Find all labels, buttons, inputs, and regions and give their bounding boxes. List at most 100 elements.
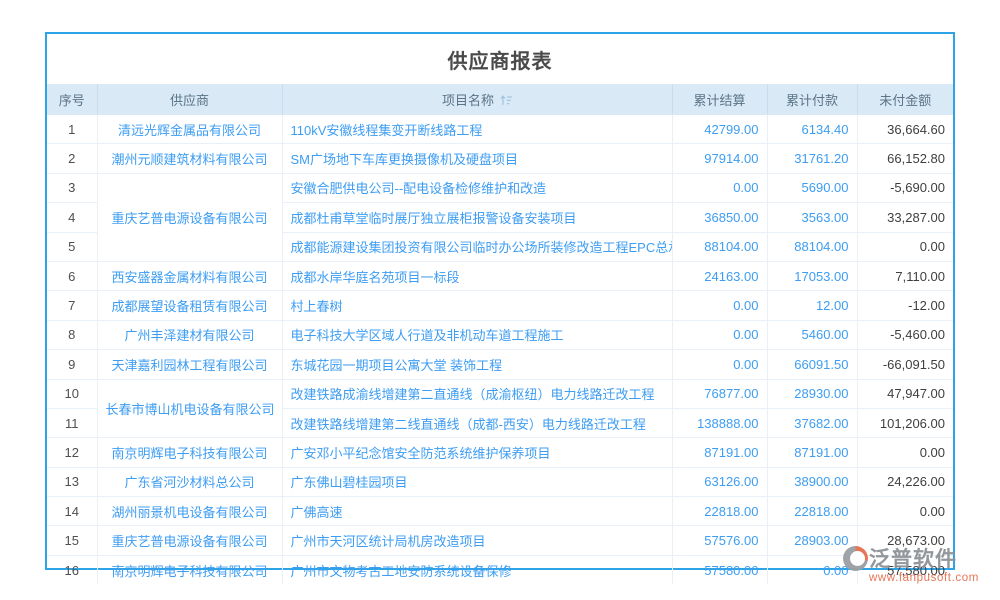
supplier-report-panel: 供应商报表 序号供应商项目名称累计结算累计付款未付金额 1清远光辉金属品有限公司… <box>45 32 955 570</box>
cell-paid-amount[interactable]: 12.00 <box>767 291 857 320</box>
cell-paid-amount[interactable]: 22818.00 <box>767 497 857 526</box>
cell-supplier[interactable]: 重庆艺普电源设备有限公司 <box>97 173 282 261</box>
cell-settled-amount[interactable]: 63126.00 <box>672 467 767 496</box>
cell-row-index: 11 <box>47 408 97 437</box>
cell-settled-amount[interactable]: 76877.00 <box>672 379 767 408</box>
cell-supplier[interactable]: 重庆艺普电源设备有限公司 <box>97 526 282 555</box>
cell-settled-amount[interactable]: 42799.00 <box>672 115 767 144</box>
cell-project[interactable]: 广安邓小平纪念馆安全防范系统维护保养项目 <box>282 438 672 467</box>
cell-settled-amount[interactable]: 0.00 <box>672 320 767 349</box>
cell-project[interactable]: 东城花园一期项目公寓大堂 装饰工程 <box>282 350 672 379</box>
cell-supplier[interactable]: 天津嘉利园林工程有限公司 <box>97 350 282 379</box>
column-header-unpaid: 未付金额 <box>857 84 953 115</box>
column-header-label: 序号 <box>59 93 85 108</box>
cell-project[interactable]: 广州市文物考古工地安防系统设备保修 <box>282 555 672 584</box>
cell-supplier[interactable]: 南京明辉电子科技有限公司 <box>97 555 282 584</box>
cell-row-index: 13 <box>47 467 97 496</box>
cell-row-index: 3 <box>47 173 97 202</box>
cell-unpaid-amount: 24,226.00 <box>857 467 953 496</box>
cell-paid-amount[interactable]: 31761.20 <box>767 144 857 173</box>
cell-supplier[interactable]: 成都展望设备租赁有限公司 <box>97 291 282 320</box>
cell-settled-amount[interactable]: 22818.00 <box>672 497 767 526</box>
cell-settled-amount[interactable]: 24163.00 <box>672 261 767 290</box>
cell-settled-amount[interactable]: 57580.00 <box>672 555 767 584</box>
cell-settled-amount[interactable]: 87191.00 <box>672 438 767 467</box>
column-header-label: 供应商 <box>170 93 209 108</box>
column-header-settled: 累计结算 <box>672 84 767 115</box>
cell-supplier[interactable]: 广东省河沙材料总公司 <box>97 467 282 496</box>
cell-project[interactable]: 改建铁路成渝线增建第二直通线（成渝枢纽）电力线路迁改工程 <box>282 379 672 408</box>
column-header-index: 序号 <box>47 84 97 115</box>
cell-settled-amount[interactable]: 36850.00 <box>672 203 767 232</box>
column-header-label: 未付金额 <box>879 93 931 108</box>
cell-project[interactable]: 成都杜甫草堂临时展厅独立展柜报警设备安装项目 <box>282 203 672 232</box>
column-header-project[interactable]: 项目名称 <box>282 84 672 115</box>
cell-paid-amount[interactable]: 28930.00 <box>767 379 857 408</box>
sort-ascending-icon[interactable] <box>500 94 512 109</box>
cell-paid-amount[interactable]: 6134.40 <box>767 115 857 144</box>
cell-supplier[interactable]: 广州丰泽建材有限公司 <box>97 320 282 349</box>
table-row: 14湖州丽景机电设备有限公司广佛高速22818.0022818.000.00 <box>47 497 953 526</box>
table-row: 16南京明辉电子科技有限公司广州市文物考古工地安防系统设备保修57580.000… <box>47 555 953 584</box>
cell-settled-amount[interactable]: 138888.00 <box>672 408 767 437</box>
cell-row-index: 16 <box>47 555 97 584</box>
cell-paid-amount[interactable]: 5690.00 <box>767 173 857 202</box>
cell-settled-amount[interactable]: 0.00 <box>672 173 767 202</box>
table-row: 9天津嘉利园林工程有限公司东城花园一期项目公寓大堂 装饰工程0.0066091.… <box>47 350 953 379</box>
cell-project[interactable]: 成都水岸华庭名苑项目一标段 <box>282 261 672 290</box>
cell-row-index: 14 <box>47 497 97 526</box>
table-header-row: 序号 供应商 项目名称 累计结算 累计付款 未付金额 <box>47 84 953 115</box>
cell-supplier[interactable]: 西安盛器金属材料有限公司 <box>97 261 282 290</box>
cell-project[interactable]: 成都能源建设集团投资有限公司临时办公场所装修改造工程EPC总承包 <box>282 232 672 261</box>
cell-unpaid-amount: 33,287.00 <box>857 203 953 232</box>
column-header-label: 累计结算 <box>693 93 745 108</box>
cell-unpaid-amount: -5,690.00 <box>857 173 953 202</box>
cell-row-index: 12 <box>47 438 97 467</box>
table-row: 13广东省河沙材料总公司广东佛山碧桂园项目63126.0038900.0024,… <box>47 467 953 496</box>
cell-project[interactable]: 110kV安徽线程集变开断线路工程 <box>282 115 672 144</box>
cell-row-index: 15 <box>47 526 97 555</box>
watermark-brand: 泛普软件 <box>869 543 957 573</box>
cell-paid-amount[interactable]: 37682.00 <box>767 408 857 437</box>
cell-project[interactable]: 广东佛山碧桂园项目 <box>282 467 672 496</box>
cell-paid-amount[interactable]: 87191.00 <box>767 438 857 467</box>
table-row: 2潮州元顺建筑材料有限公司SM广场地下车库更换摄像机及硬盘项目97914.003… <box>47 144 953 173</box>
cell-project[interactable]: 安徽合肥供电公司--配电设备检修维护和改造 <box>282 173 672 202</box>
table-row: 8广州丰泽建材有限公司电子科技大学区域人行道及非机动车道工程施工0.005460… <box>47 320 953 349</box>
cell-project[interactable]: 广佛高速 <box>282 497 672 526</box>
cell-row-index: 7 <box>47 291 97 320</box>
table-row: 3重庆艺普电源设备有限公司安徽合肥供电公司--配电设备检修维护和改造0.0056… <box>47 173 953 202</box>
cell-unpaid-amount: 0.00 <box>857 232 953 261</box>
cell-project[interactable]: 电子科技大学区域人行道及非机动车道工程施工 <box>282 320 672 349</box>
cell-supplier[interactable]: 南京明辉电子科技有限公司 <box>97 438 282 467</box>
cell-supplier[interactable]: 湖州丽景机电设备有限公司 <box>97 497 282 526</box>
cell-settled-amount[interactable]: 97914.00 <box>672 144 767 173</box>
cell-paid-amount[interactable]: 3563.00 <box>767 203 857 232</box>
cell-settled-amount[interactable]: 0.00 <box>672 350 767 379</box>
cell-project[interactable]: 改建铁路线增建第二线直通线（成都-西安）电力线路迁改工程 <box>282 408 672 437</box>
cell-paid-amount[interactable]: 88104.00 <box>767 232 857 261</box>
table-row: 15重庆艺普电源设备有限公司广州市天河区统计局机房改造项目57576.00289… <box>47 526 953 555</box>
cell-settled-amount[interactable]: 0.00 <box>672 291 767 320</box>
cell-settled-amount[interactable]: 88104.00 <box>672 232 767 261</box>
cell-unpaid-amount: 47,947.00 <box>857 379 953 408</box>
cell-settled-amount[interactable]: 57576.00 <box>672 526 767 555</box>
cell-supplier[interactable]: 长春市博山机电设备有限公司 <box>97 379 282 438</box>
cell-project[interactable]: SM广场地下车库更换摄像机及硬盘项目 <box>282 144 672 173</box>
report-table-body: 1清远光辉金属品有限公司110kV安徽线程集变开断线路工程42799.00613… <box>47 115 953 585</box>
cell-paid-amount[interactable]: 66091.50 <box>767 350 857 379</box>
cell-unpaid-amount: -12.00 <box>857 291 953 320</box>
cell-unpaid-amount: -5,460.00 <box>857 320 953 349</box>
column-header-paid: 累计付款 <box>767 84 857 115</box>
cell-project[interactable]: 广州市天河区统计局机房改造项目 <box>282 526 672 555</box>
cell-paid-amount[interactable]: 38900.00 <box>767 467 857 496</box>
cell-supplier[interactable]: 清远光辉金属品有限公司 <box>97 115 282 144</box>
cell-project[interactable]: 村上春树 <box>282 291 672 320</box>
cell-paid-amount[interactable]: 17053.00 <box>767 261 857 290</box>
supplier-report-table: 序号 供应商 项目名称 累计结算 累计付款 未付金额 1清远光辉金属品有限公司110kV安… <box>47 84 953 584</box>
cell-row-index: 2 <box>47 144 97 173</box>
cell-supplier[interactable]: 潮州元顺建筑材料有限公司 <box>97 144 282 173</box>
cell-paid-amount[interactable]: 5460.00 <box>767 320 857 349</box>
cell-row-index: 1 <box>47 115 97 144</box>
table-row: 12南京明辉电子科技有限公司广安邓小平纪念馆安全防范系统维护保养项目87191.… <box>47 438 953 467</box>
